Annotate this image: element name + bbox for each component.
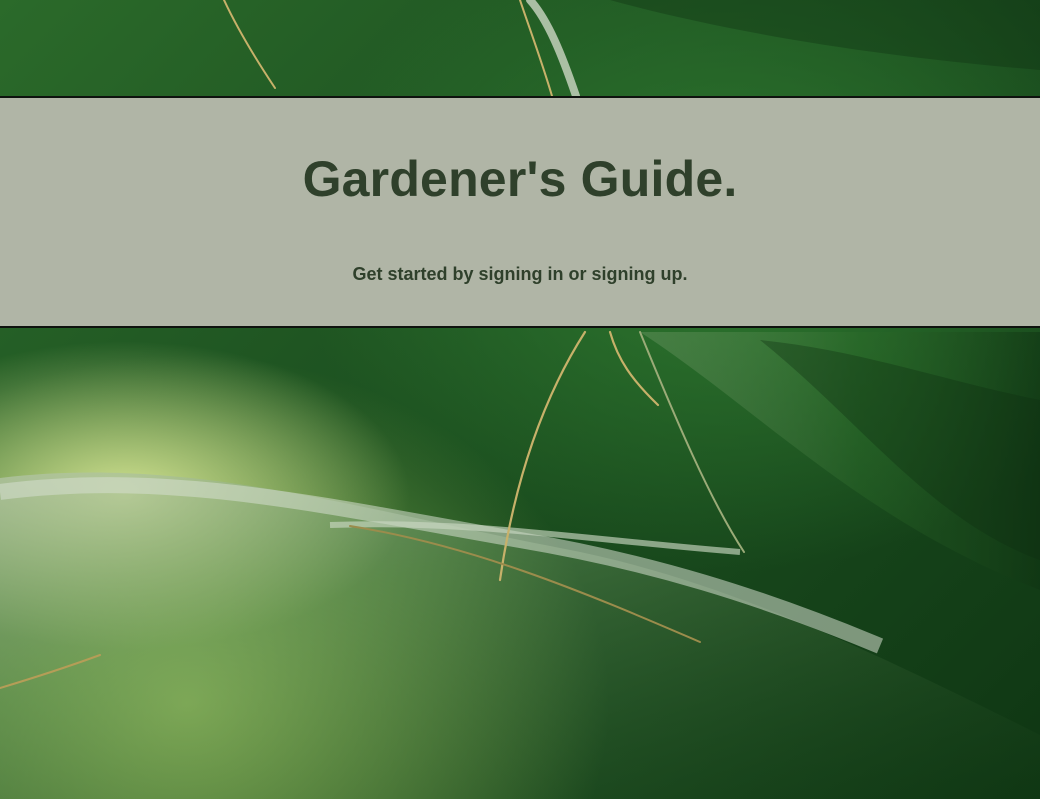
leaf-highlight <box>0 477 884 654</box>
top-grass-strand-2 <box>519 0 553 97</box>
leaf-highlight-2 <box>329 521 741 555</box>
top-leaf-shadow <box>610 0 1040 70</box>
dry-grass-strand-4 <box>349 525 701 643</box>
page-title: Gardener's Guide. <box>302 151 738 207</box>
dry-grass-strand-1 <box>498 330 587 582</box>
dry-grass-strand-5 <box>0 654 101 689</box>
dry-grass-strand-3 <box>639 331 745 553</box>
leaf-shadow-right <box>760 340 1040 560</box>
leaf-blade-main <box>0 472 1040 799</box>
hero-subtitle: Get started by signing in or signing up. <box>352 264 688 284</box>
page: Gardener's Guide. Get started by signing… <box>0 0 1040 799</box>
hero-banner: Gardener's Guide. Get started by signing… <box>0 96 1040 328</box>
top-grass-strand-1 <box>223 0 276 89</box>
dry-grass-strand-2 <box>608 330 660 407</box>
leaf-blade-right <box>640 332 1040 590</box>
top-leaf-highlight <box>526 0 580 100</box>
